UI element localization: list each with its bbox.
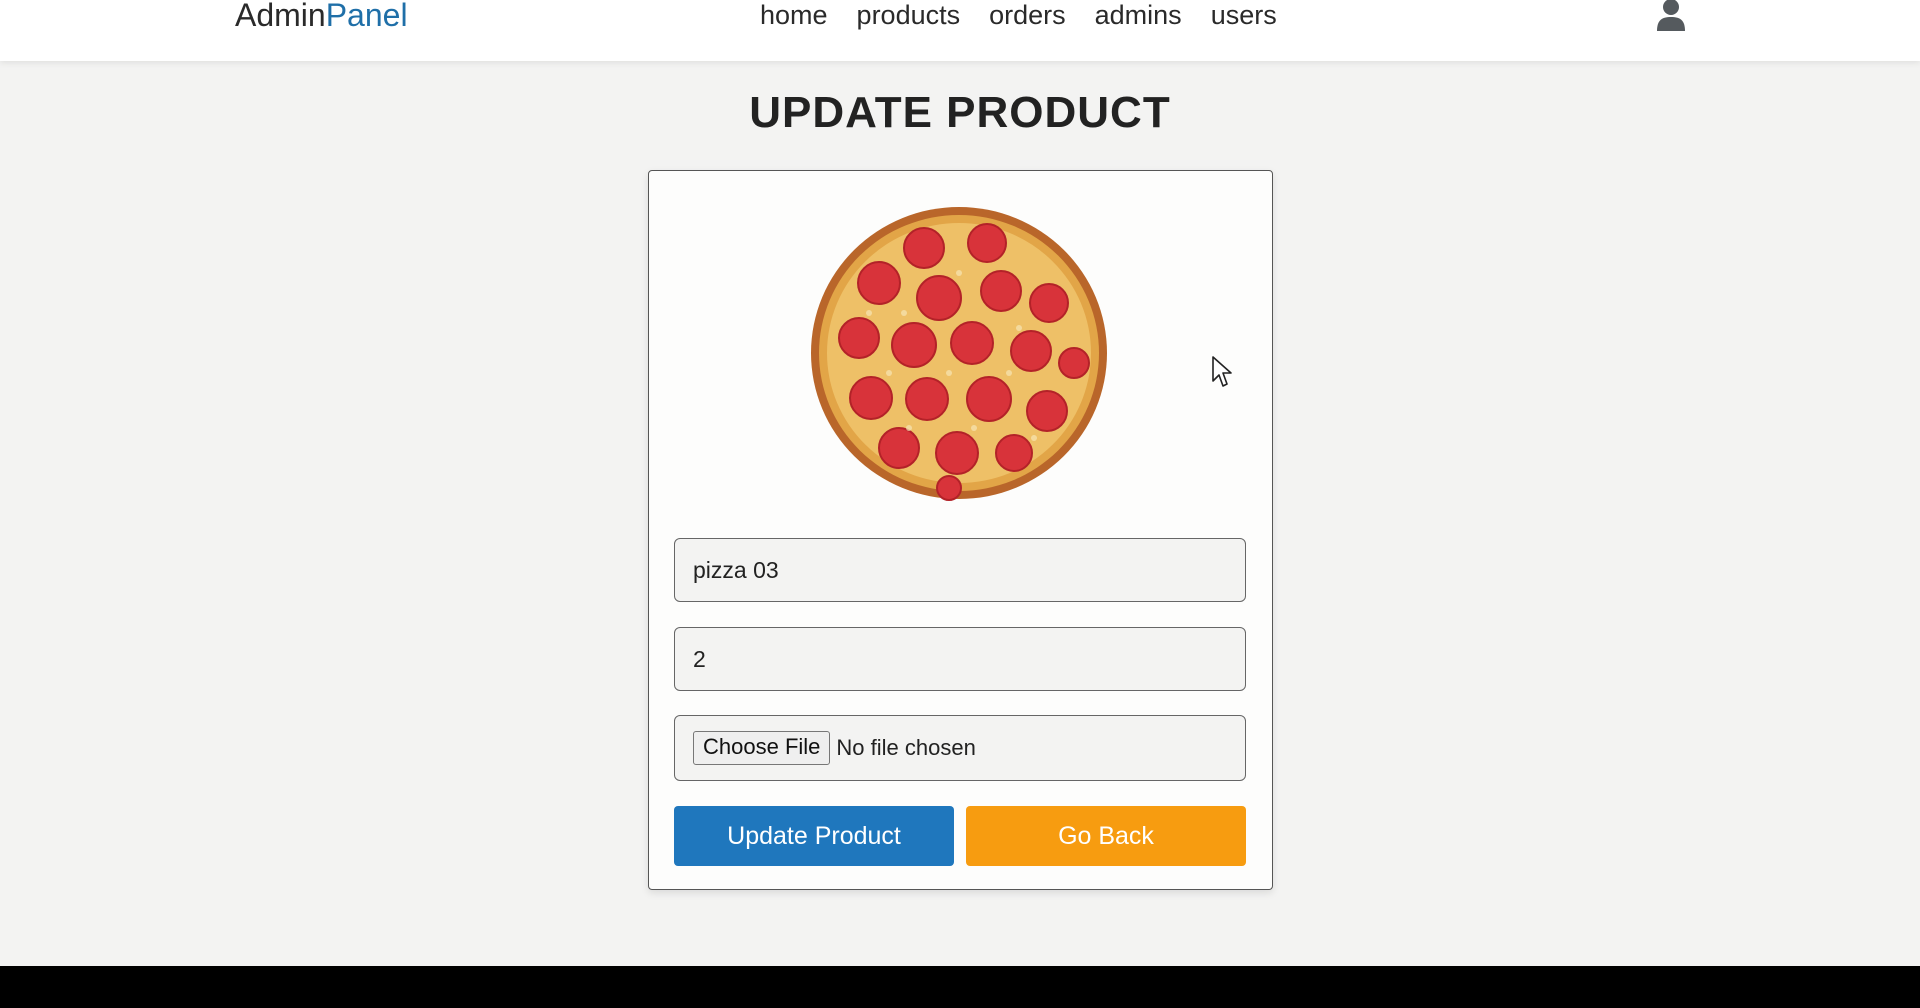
update-product-card: Choose File No file chosen Update Produc…: [648, 170, 1273, 890]
nav-orders[interactable]: orders: [989, 0, 1066, 32]
mouse-cursor-icon: [1212, 356, 1232, 387]
product-price-input[interactable]: [674, 627, 1246, 691]
image-file-input[interactable]: Choose File No file chosen: [674, 715, 1246, 781]
top-header: AdminPanel home products orders admins u…: [0, 0, 1920, 61]
logo[interactable]: AdminPanel: [235, 0, 408, 33]
page-title: UPDATE PRODUCT: [749, 88, 1171, 137]
footer-bar: [0, 966, 1920, 1008]
choose-file-button[interactable]: Choose File: [693, 731, 831, 765]
nav-users[interactable]: users: [1211, 0, 1277, 32]
file-status-text: No file chosen: [836, 735, 976, 760]
main-nav: home products orders admins users: [760, 0, 1277, 32]
nav-admins[interactable]: admins: [1095, 0, 1182, 32]
nav-products[interactable]: products: [857, 0, 961, 32]
logo-main: Admin: [235, 0, 326, 33]
nav-home[interactable]: home: [760, 0, 828, 32]
pizza-image: [811, 207, 1107, 501]
product-name-input[interactable]: [674, 538, 1246, 602]
update-product-button[interactable]: Update Product: [674, 806, 954, 866]
user-icon[interactable]: [1656, 0, 1686, 32]
logo-accent: Panel: [325, 0, 408, 33]
go-back-button[interactable]: Go Back: [966, 806, 1246, 866]
